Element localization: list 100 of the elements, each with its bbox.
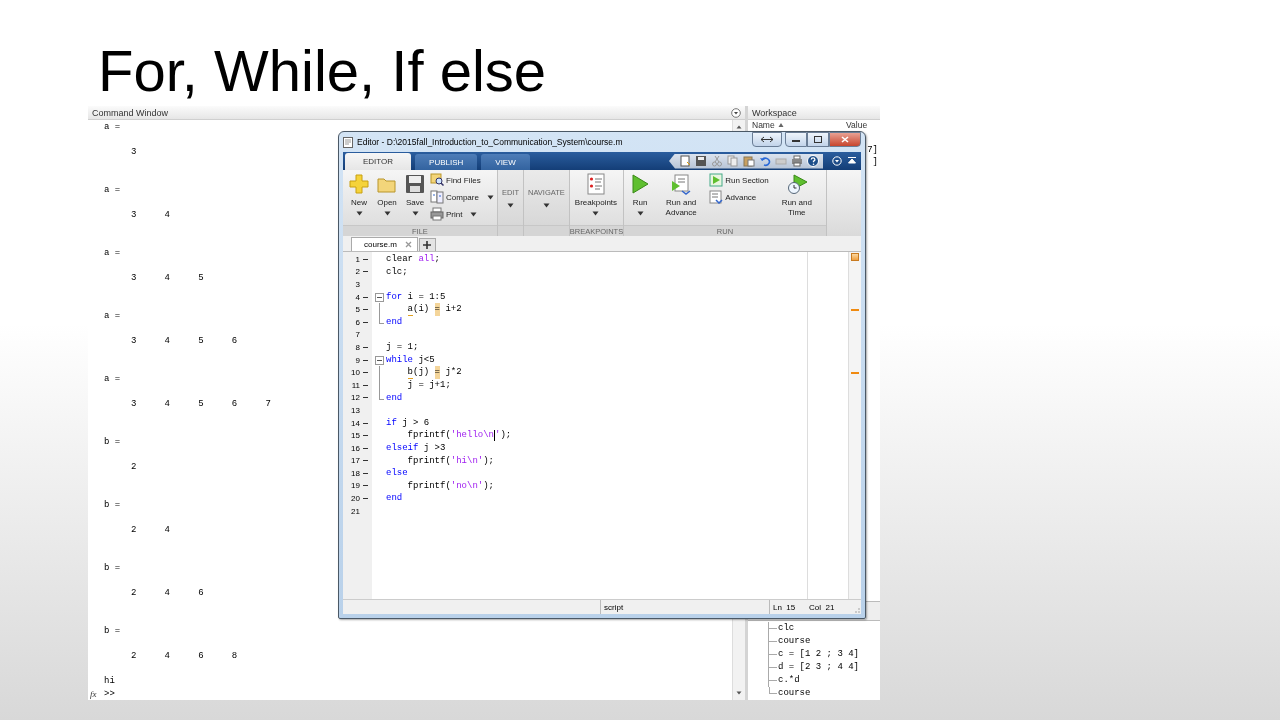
output-value: 2: [131, 525, 137, 535]
output-text: a =: [104, 372, 121, 386]
line-number: 6: [354, 317, 360, 327]
close-button[interactable]: [829, 132, 861, 147]
ribbon-button[interactable]: Compare: [430, 190, 494, 204]
ribbon-tab[interactable]: VIEW: [481, 154, 530, 170]
clock-icon: [785, 173, 808, 195]
printer-icon[interactable]: [791, 155, 803, 167]
file-type: script: [604, 602, 624, 612]
column-header[interactable]: Value: [846, 120, 868, 130]
ribbon-button[interactable]: Print: [430, 207, 494, 221]
history-entry[interactable]: course: [778, 635, 811, 648]
close-icon[interactable]: [404, 241, 412, 248]
line-number: 13: [350, 405, 360, 415]
command-prompt[interactable]: >>: [104, 687, 115, 700]
minimize-button[interactable]: [785, 132, 807, 147]
ribbon-tab[interactable]: EDITOR: [345, 153, 412, 170]
ribbon-button[interactable]: Run: [627, 173, 654, 225]
ribbon-button[interactable]: Run and Advance: [655, 173, 708, 225]
ribbon-button[interactable]: Run Section: [709, 173, 769, 187]
collapse-icon[interactable]: [375, 355, 384, 365]
slide-title: For, While, If else: [98, 38, 547, 103]
history-entry[interactable]: d = [2 3 ; 4 4]: [778, 661, 859, 674]
breakpoint-marker[interactable]: [363, 435, 368, 437]
breakpoint-marker[interactable]: [363, 359, 368, 361]
undo-icon[interactable]: [759, 155, 771, 167]
output-value: 4: [164, 587, 170, 598]
sort-icon: [777, 122, 784, 128]
variable-value: ]: [872, 156, 878, 168]
new-tab-button[interactable]: [418, 238, 436, 251]
output-value: 4: [164, 650, 170, 661]
ribbon-button[interactable]: Open: [374, 173, 400, 225]
ribbon-tab[interactable]: PUBLISH: [415, 154, 478, 170]
help-icon[interactable]: [807, 155, 819, 167]
history-entry[interactable]: clc: [778, 622, 795, 635]
document-arrow-icon: [670, 173, 693, 195]
code-line: fprintf('hi\n');: [407, 454, 495, 468]
resize-grip-icon[interactable]: [853, 606, 861, 614]
collapse-icon[interactable]: [847, 156, 857, 166]
variable-value: 7]: [867, 144, 878, 156]
ribbon-button[interactable]: Save: [402, 173, 428, 225]
breakpoint-marker[interactable]: [363, 460, 368, 462]
breakpoint-marker[interactable]: [363, 422, 368, 424]
window-title: Editor - D:\2015fall_Introduction_to_Communication_System\course.m: [357, 137, 623, 147]
output-value: 5: [198, 336, 204, 347]
breakpoint-marker[interactable]: [363, 346, 368, 348]
file-tab[interactable]: course.m: [351, 237, 418, 251]
ribbon-button[interactable]: Run and Time: [770, 173, 823, 225]
history-entry[interactable]: c = [1 2 ; 3 4]: [778, 648, 859, 661]
history-entry[interactable]: course: [778, 687, 811, 700]
line-number: 17: [350, 456, 360, 466]
function-browser-button[interactable]: fx: [90, 689, 97, 699]
output-value: 6: [231, 399, 238, 410]
dropdown-icon[interactable]: [731, 107, 741, 118]
breakpoint-marker[interactable]: [363, 258, 368, 260]
breakpoint-marker[interactable]: [363, 296, 368, 298]
breakpoint-marker[interactable]: [363, 397, 368, 399]
code-line: fprintf('no\n');: [407, 479, 495, 493]
document-icon[interactable]: [679, 155, 691, 167]
breakpoints-icon: [584, 173, 607, 195]
output-value: 2: [131, 650, 137, 661]
history-entry[interactable]: c.*d: [778, 674, 800, 687]
breakpoint-marker[interactable]: [363, 384, 368, 386]
breakpoint-marker[interactable]: [363, 321, 368, 323]
line-number: 15: [350, 431, 360, 441]
line-number: 11: [350, 380, 360, 390]
scroll-down-icon[interactable]: [735, 689, 743, 697]
breakpoint-marker[interactable]: [363, 372, 368, 374]
line-number: 3: [354, 280, 360, 289]
expand-icon[interactable]: [832, 156, 842, 166]
ribbon-button[interactable]: Breakpoints: [572, 173, 620, 225]
code-line: clear all;: [386, 253, 440, 266]
output-value: 4: [164, 336, 170, 347]
warning-marker[interactable]: [851, 308, 859, 311]
warning-marker[interactable]: [851, 371, 859, 374]
column-header[interactable]: Name: [752, 120, 775, 130]
output-value: 6: [198, 650, 204, 661]
output-value: 4: [164, 210, 170, 221]
output-value: 3: [131, 147, 137, 158]
close-icon: [841, 136, 849, 143]
code-line: j = 1;: [386, 341, 419, 354]
caret-icon: [542, 202, 550, 208]
breakpoint-marker[interactable]: [363, 472, 368, 474]
line-number: 7: [354, 330, 360, 340]
breakpoint-marker[interactable]: [363, 498, 368, 500]
breakpoint-marker[interactable]: [363, 447, 368, 449]
output-value: 3: [131, 399, 137, 410]
maximize-button[interactable]: [807, 132, 829, 147]
breakpoint-marker[interactable]: [363, 271, 368, 273]
code-line: fprintf('hello\n');: [407, 429, 512, 442]
breakpoint-marker[interactable]: [363, 485, 368, 487]
output-value: 5: [198, 399, 204, 410]
paste-icon[interactable]: [743, 155, 755, 167]
ribbon-button[interactable]: Find Files: [430, 173, 494, 187]
undock-button[interactable]: [752, 132, 782, 147]
collapse-icon[interactable]: [375, 292, 384, 302]
ribbon-button[interactable]: New: [346, 173, 372, 225]
code-line: j = j+1;: [407, 378, 451, 392]
breakpoint-marker[interactable]: [363, 309, 368, 311]
ribbon-button[interactable]: Advance: [709, 190, 769, 204]
